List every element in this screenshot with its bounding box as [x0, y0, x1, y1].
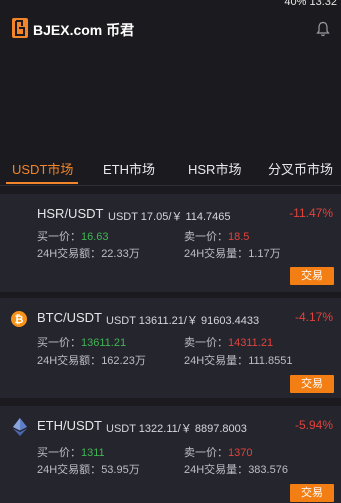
volume-label: 24H交易量：	[184, 464, 249, 476]
volume-label: 24H交易量：	[184, 248, 249, 260]
market-card-btc[interactable]: ₿ BTC/USDT USDT 13611.21/￥ 91603.4433 -4…	[0, 298, 341, 398]
banner-area	[0, 48, 341, 148]
svg-text:₿: ₿	[15, 313, 24, 326]
tab-hsr-market[interactable]: HSR市场	[188, 159, 241, 178]
buy-price-value: 16.63	[81, 231, 109, 243]
buy-price-row: 买一价：1311	[37, 444, 105, 460]
trade-button[interactable]: 交易	[290, 267, 334, 285]
sell-price-value: 18.5	[228, 231, 250, 243]
turnover-row: 24H交易额：22.33万	[37, 245, 140, 261]
sell-price-row: 卖一价：18.5	[184, 228, 249, 244]
turnover-label: 24H交易额：	[37, 355, 102, 367]
turnover-value: 53.95万	[101, 464, 140, 476]
sell-price-label: 卖一价：	[184, 447, 228, 459]
pair-name: BTC/USDT	[37, 310, 102, 325]
bell-icon[interactable]	[316, 21, 330, 37]
sell-price-label: 卖一价：	[184, 231, 228, 243]
volume-value: 383.576	[248, 464, 288, 476]
status-bar: 40% 13:32	[0, 0, 341, 10]
buy-price-label: 买一价：	[37, 337, 81, 349]
pair-price: USDT 1322.11/￥ 8897.8003	[106, 423, 247, 435]
pair-price: USDT 17.05/￥ 114.7465	[108, 211, 231, 223]
volume-value: 111.8551	[248, 355, 293, 367]
sell-price-row: 卖一价：1370	[184, 444, 252, 460]
bjex-logo-icon	[12, 18, 28, 38]
buy-price-label: 买一价：	[37, 231, 81, 243]
change-percent: -4.17%	[294, 310, 333, 324]
pair-name: HSR/USDT	[37, 206, 104, 221]
tab-usdt-market[interactable]: USDT市场	[12, 159, 73, 178]
turnover-label: 24H交易额：	[37, 248, 102, 260]
app-header: BJEX.com 币君	[0, 10, 341, 48]
turnover-row: 24H交易额：53.95万	[37, 461, 140, 477]
active-tab-indicator	[6, 182, 78, 184]
sell-price-row: 卖一价：14311.21	[184, 334, 273, 350]
sell-price-label: 卖一价：	[184, 337, 228, 349]
turnover-row: 24H交易额：162.23万	[37, 352, 146, 368]
pair-price: USDT 13611.21/￥ 91603.4433	[106, 315, 260, 327]
buy-price-value: 13611.21	[81, 337, 127, 349]
sell-price-value: 1370	[228, 447, 253, 459]
tab-eth-market[interactable]: ETH市场	[103, 159, 155, 178]
brand-title: BJEX.com 币君	[33, 22, 135, 38]
volume-row: 24H交易量：111.8551	[184, 352, 292, 368]
volume-row: 24H交易量：1.17万	[184, 245, 281, 261]
turnover-label: 24H交易额：	[37, 464, 102, 476]
trade-button[interactable]: 交易	[290, 375, 334, 393]
market-card-hsr[interactable]: HSR/USDT USDT 17.05/￥ 114.7465 -11.47% 买…	[0, 194, 341, 292]
buy-price-value: 1311	[81, 447, 105, 459]
buy-price-row: 买一价：13611.21	[37, 334, 126, 350]
status-text: 40% 13:32	[284, 0, 337, 8]
buy-price-label: 买一价：	[37, 447, 81, 459]
turnover-value: 22.33万	[101, 248, 140, 260]
change-percent: -11.47%	[289, 206, 333, 220]
volume-value: 1.17万	[248, 248, 281, 260]
turnover-value: 162.23万	[101, 355, 146, 367]
buy-price-row: 买一价：16.63	[37, 228, 109, 244]
volume-row: 24H交易量：383.576	[184, 461, 288, 477]
trade-button[interactable]: 交易	[290, 484, 334, 502]
market-tabs: USDT市场 ETH市场 HSR市场 分叉币市场	[0, 148, 341, 186]
ethereum-icon	[13, 418, 27, 436]
bitcoin-icon: ₿	[11, 311, 27, 327]
volume-label: 24H交易量：	[184, 355, 249, 367]
pair-name: ETH/USDT	[37, 418, 102, 433]
tab-fork-market[interactable]: 分叉币市场	[268, 159, 333, 178]
market-card-eth[interactable]: ETH/USDT USDT 1322.11/￥ 8897.8003 -5.94%…	[0, 406, 341, 503]
sell-price-value: 14311.21	[228, 337, 274, 349]
change-percent: -5.94%	[294, 418, 333, 432]
